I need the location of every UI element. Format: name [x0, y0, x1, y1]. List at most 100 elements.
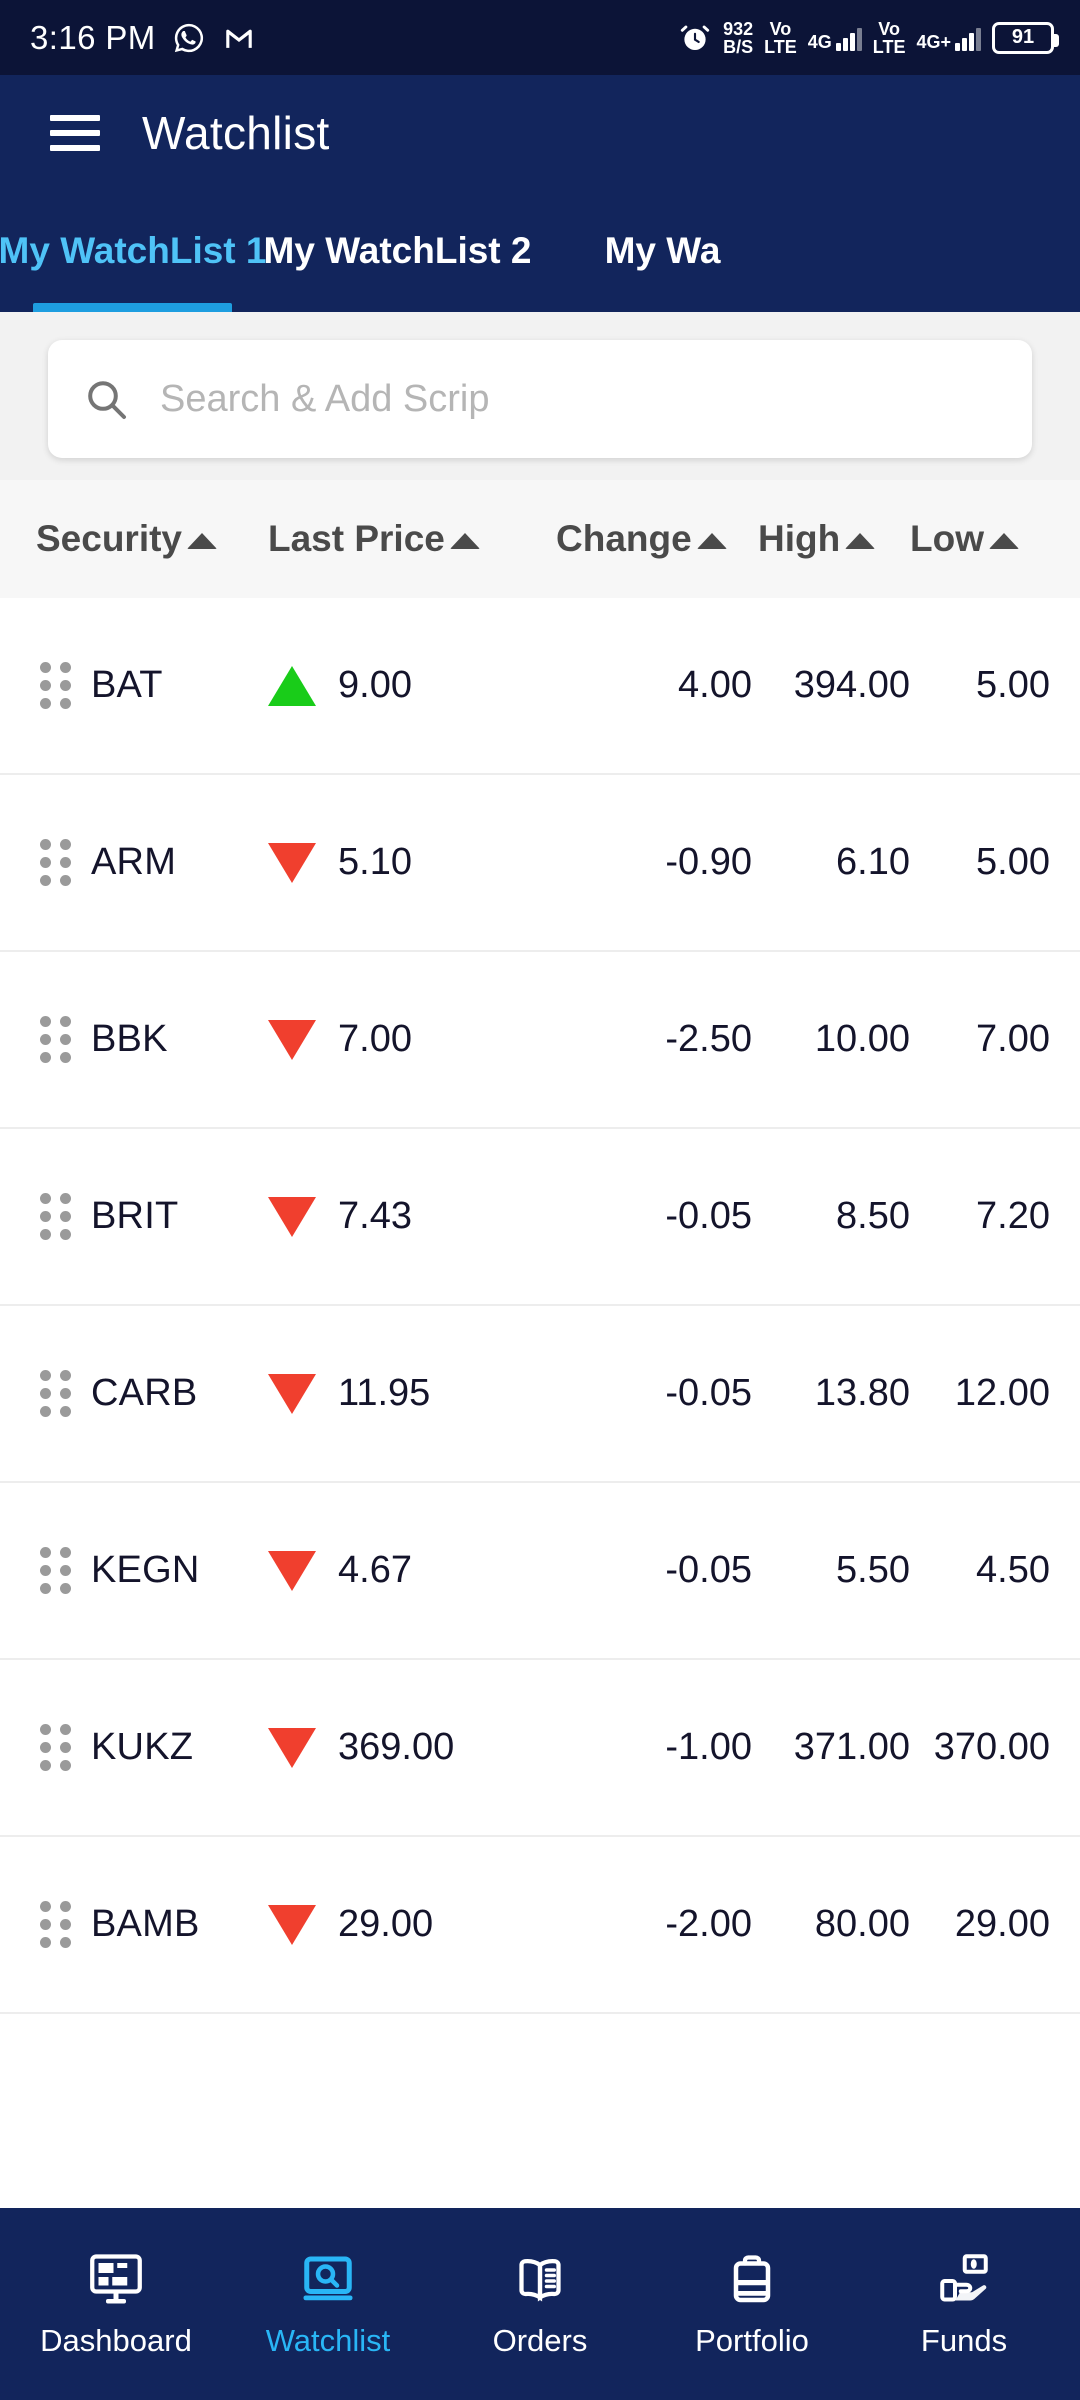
cell-security: CARB — [18, 1370, 268, 1417]
sort-asc-icon[interactable] — [449, 532, 480, 549]
watchlist-table: BAT 9.00 4.00 394.00 5.00 ARM 5.10 -0.90 6.10 5.0… — [0, 598, 1080, 2208]
network-speed-unit: B/S — [723, 36, 754, 57]
tab-my-watchlist-1[interactable]: My WatchList 1 — [0, 190, 266, 312]
cell-high: 8.50 — [836, 1195, 910, 1237]
cell-last-price: 7.43 — [268, 1195, 528, 1238]
nav-item-orders[interactable]: Orders — [434, 2249, 646, 2359]
column-header-high[interactable]: High — [758, 518, 910, 560]
drag-handle-icon[interactable] — [40, 1547, 71, 1594]
hamburger-menu-icon[interactable] — [50, 114, 100, 151]
cell-last-price: 4.67 — [268, 1549, 528, 1592]
price-down-triangle-icon — [268, 842, 316, 883]
cell-low: 370.00 — [933, 1726, 1050, 1768]
last-price-value: 4.67 — [338, 1549, 412, 1591]
table-row[interactable]: BAMB 29.00 -2.00 80.00 29.00 — [0, 1837, 1080, 2014]
network-speed: 932 B/S — [723, 20, 753, 56]
cell-high: 80.00 — [814, 1903, 910, 1945]
drag-handle-icon[interactable] — [40, 1193, 71, 1240]
cell-low: 4.50 — [976, 1549, 1050, 1591]
sim2-network-type: 4G+ — [916, 33, 951, 51]
tab-my-watchlist-2[interactable]: My WatchList 2 — [263, 190, 532, 312]
cell-change: -0.05 — [665, 1195, 752, 1237]
cell-security: BAMB — [18, 1901, 268, 1948]
search-section: Search & Add Scrip — [0, 312, 1080, 480]
cell-high: 6.10 — [836, 841, 910, 883]
table-row[interactable]: ARM 5.10 -0.90 6.10 5.00 — [0, 775, 1080, 952]
cell-high: 10.00 — [814, 1018, 910, 1060]
cell-security: KUKZ — [18, 1724, 268, 1771]
security-symbol: KUKZ — [91, 1726, 194, 1768]
cell-last-price: 9.00 — [268, 664, 528, 707]
security-symbol: BBK — [91, 1018, 168, 1060]
price-down-triangle-icon — [268, 1550, 316, 1591]
drag-handle-icon[interactable] — [40, 662, 71, 709]
column-header-change[interactable]: Change — [528, 518, 758, 560]
drag-handle-icon[interactable] — [40, 839, 71, 886]
nav-label: Dashboard — [40, 2323, 192, 2358]
tab-label: My Wa — [604, 230, 721, 271]
drag-handle-icon[interactable] — [40, 1901, 71, 1948]
sort-asc-icon[interactable] — [696, 532, 727, 549]
cell-security: KEGN — [18, 1547, 268, 1594]
table-row[interactable]: BBK 7.00 -2.50 10.00 7.00 — [0, 952, 1080, 1129]
status-bar-right: 932 B/S Vo LTE 4G Vo LTE 4G+ 91 — [678, 20, 1059, 56]
nav-item-watchlist[interactable]: Watchlist — [222, 2249, 434, 2359]
sort-asc-icon[interactable] — [988, 532, 1019, 549]
table-row[interactable]: CARB 11.95 -0.05 13.80 12.00 — [0, 1306, 1080, 1483]
cell-high: 394.00 — [793, 664, 910, 706]
tab-my-watchlist-3[interactable]: My Wa — [530, 190, 795, 312]
cell-change: 4.00 — [678, 664, 752, 706]
funds-hand-money-icon — [934, 2249, 994, 2309]
search-input[interactable]: Search & Add Scrip — [48, 340, 1032, 458]
cell-security: BRIT — [18, 1193, 268, 1240]
sim2-signal: 4G+ — [916, 25, 981, 51]
table-row[interactable]: BAT 9.00 4.00 394.00 5.00 — [0, 598, 1080, 775]
last-price-value: 7.00 — [338, 1018, 412, 1060]
price-down-triangle-icon — [268, 1196, 316, 1237]
watchlist-tabs[interactable]: My WatchList 1 My WatchList 2 My Wa — [0, 190, 1080, 312]
dashboard-monitor-icon — [86, 2249, 146, 2309]
cell-last-price: 5.10 — [268, 841, 528, 884]
cell-high: 13.80 — [814, 1372, 910, 1414]
nav-label: Funds — [920, 2323, 1008, 2358]
nav-item-portfolio[interactable]: Portfolio — [646, 2249, 858, 2359]
table-row[interactable]: KEGN 4.67 -0.05 5.50 4.50 — [0, 1483, 1080, 1660]
nav-item-funds[interactable]: Funds — [858, 2249, 1070, 2359]
cell-last-price: 11.95 — [268, 1372, 528, 1415]
sim1-lte: LTE — [764, 36, 797, 57]
main-content: Search & Add Scrip Security Last Price C… — [0, 312, 1080, 2208]
column-header-label: High — [758, 518, 841, 559]
cell-last-price: 369.00 — [268, 1726, 528, 1769]
column-header-label: Last Price — [268, 518, 445, 559]
drag-handle-icon[interactable] — [40, 1370, 71, 1417]
last-price-value: 29.00 — [338, 1903, 434, 1945]
sim1-volte-label: Vo LTE — [764, 20, 797, 56]
cell-security: BAT — [18, 662, 268, 709]
sort-asc-icon[interactable] — [845, 532, 876, 549]
last-price-value: 11.95 — [338, 1372, 431, 1414]
cell-last-price: 29.00 — [268, 1903, 528, 1946]
security-symbol: ARM — [91, 841, 177, 883]
cell-change: -2.00 — [665, 1903, 752, 1945]
column-header-last-price[interactable]: Last Price — [268, 518, 528, 560]
watchlist-screen-search-icon — [298, 2249, 358, 2309]
drag-handle-icon[interactable] — [40, 1724, 71, 1771]
column-header-security[interactable]: Security — [18, 518, 268, 560]
table-row[interactable]: BRIT 7.43 -0.05 8.50 7.20 — [0, 1129, 1080, 1306]
alarm-icon — [680, 25, 710, 50]
gmail-icon — [225, 29, 252, 48]
sort-asc-icon[interactable] — [187, 532, 218, 549]
nav-item-dashboard[interactable]: Dashboard — [10, 2249, 222, 2359]
column-header-label: Low — [910, 518, 984, 559]
drag-handle-icon[interactable] — [40, 1016, 71, 1063]
cell-low: 12.00 — [954, 1372, 1050, 1414]
table-row[interactable]: KUKZ 369.00 -1.00 371.00 370.00 — [0, 1660, 1080, 1837]
phone-screen: 3:16 PM 932 B/S Vo LTE 4G Vo LTE 4G+ 91 … — [0, 0, 1080, 2400]
cell-last-price: 7.00 — [268, 1018, 528, 1061]
cell-high: 5.50 — [836, 1549, 910, 1591]
price-down-triangle-icon — [268, 1019, 316, 1060]
sim2-network-label: 4G+ — [916, 31, 951, 52]
security-symbol: BRIT — [91, 1195, 179, 1237]
column-header-low[interactable]: Low — [910, 518, 1050, 560]
tab-label: My WatchList 2 — [263, 230, 532, 271]
